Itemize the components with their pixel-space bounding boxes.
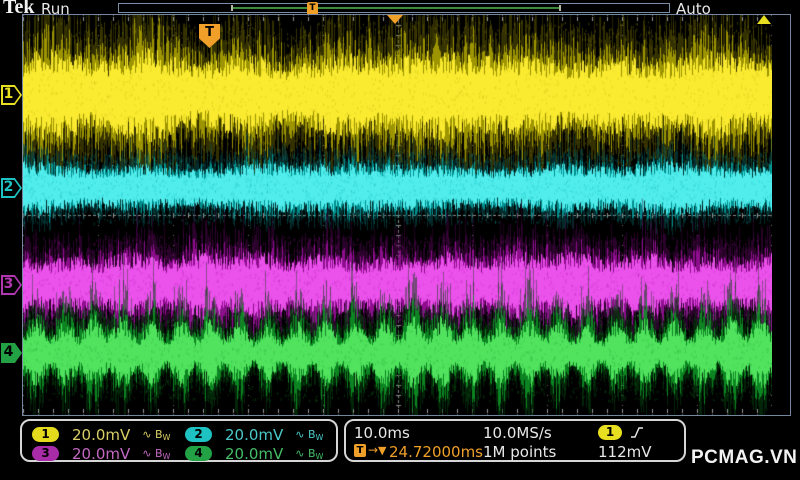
channel-4-scale: 20.0mV bbox=[225, 444, 284, 463]
channel-3-marker-label: 3 bbox=[3, 276, 14, 292]
channel-1-readout[interactable]: 1 20.0mV ∿ BW bbox=[32, 424, 171, 444]
ac-coupling-bandwidth-icon: ∿ BW bbox=[295, 446, 324, 461]
trigger-level-offscreen-icon bbox=[757, 15, 771, 24]
ac-coupling-bandwidth-icon: ∿ BW bbox=[142, 446, 171, 461]
channel-2-badge: 2 bbox=[185, 427, 212, 442]
delay-triangle-icon: ▼ bbox=[378, 444, 387, 457]
channel-3-scale: 20.0mV bbox=[72, 444, 131, 463]
channel-1-badge: 1 bbox=[32, 427, 59, 442]
channel-1-marker[interactable]: 1 bbox=[1, 85, 22, 105]
channel-2-marker-label: 2 bbox=[3, 179, 14, 195]
channel-2-readout[interactable]: 2 20.0mV ∿ BW bbox=[185, 424, 324, 444]
delay-arrow-icon: → bbox=[368, 443, 379, 457]
channel-2-scale: 20.0mV bbox=[225, 425, 284, 444]
horizontal-trigger-readout-box: 10.0ms 10.0MS/s 1 T → ▼ 24.72000ms 1M po… bbox=[344, 419, 686, 462]
channel-4-marker-label: 4 bbox=[3, 344, 14, 360]
ac-coupling-bandwidth-icon: ∿ BW bbox=[295, 427, 324, 442]
rising-edge-icon bbox=[631, 427, 643, 438]
delay-trigger-icon: T bbox=[354, 444, 366, 457]
ac-coupling-bandwidth-icon: ∿ BW bbox=[142, 427, 171, 442]
window-bracket-left bbox=[231, 5, 233, 11]
channel-4-readout[interactable]: 4 20.0mV ∿ BW bbox=[185, 443, 324, 463]
record-window-segment bbox=[233, 7, 559, 9]
delay-time-readout[interactable]: 24.72000ms bbox=[389, 443, 483, 461]
channel-4-marker[interactable]: 4 bbox=[1, 343, 22, 363]
waveform-canvas[interactable] bbox=[23, 15, 772, 415]
expansion-point-icon bbox=[387, 15, 403, 24]
channel-1-scale: 20.0mV bbox=[72, 425, 131, 444]
record-view-bar[interactable]: T bbox=[118, 2, 670, 15]
timebase-readout[interactable]: 10.0ms bbox=[354, 424, 410, 442]
channel-3-marker[interactable]: 3 bbox=[1, 275, 22, 295]
watermark: PCMAG.VN bbox=[691, 447, 798, 468]
record-length-readout: 1M points bbox=[483, 443, 557, 461]
trigger-level-readout[interactable]: 112mV bbox=[598, 443, 652, 461]
waveform-display[interactable] bbox=[22, 14, 791, 416]
channel-readout-box: 1 20.0mV ∿ BW 2 20.0mV ∿ BW 3 20.0mV ∿ BW 4 20.… bbox=[20, 419, 338, 463]
trigger-source-badge[interactable]: 1 bbox=[598, 425, 622, 440]
channel-2-marker[interactable]: 2 bbox=[1, 178, 22, 198]
channel-3-readout[interactable]: 3 20.0mV ∿ BW bbox=[32, 443, 171, 463]
channel-1-marker-label: 1 bbox=[3, 86, 14, 102]
sample-rate-readout: 10.0MS/s bbox=[483, 424, 552, 442]
channel-4-badge: 4 bbox=[185, 446, 212, 461]
channel-3-badge: 3 bbox=[32, 446, 59, 461]
window-bracket-right bbox=[559, 5, 561, 11]
